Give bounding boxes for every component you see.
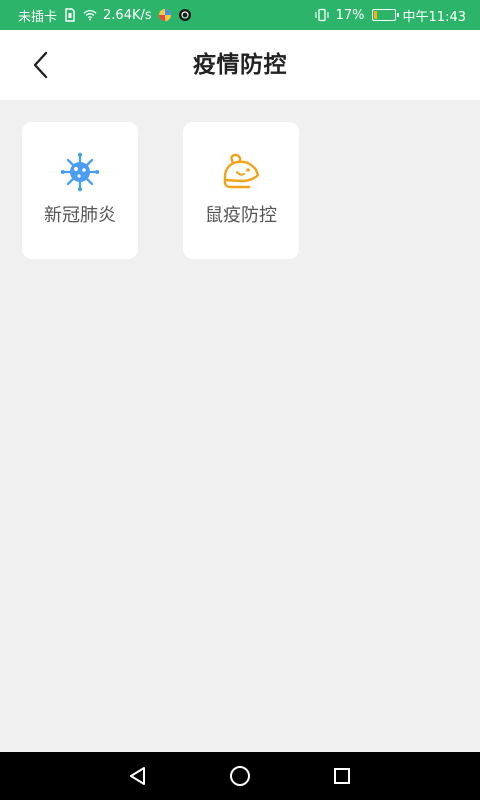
battery-icon (371, 9, 399, 21)
virus-icon (58, 150, 102, 194)
rat-icon (219, 150, 263, 194)
main-content: 新冠肺炎 鼠疫防控 (0, 100, 480, 752)
battery-level-fill (373, 11, 377, 19)
module-card-plague[interactable]: 鼠疫防控 (183, 122, 299, 259)
network-speed: 2.64K/s (103, 7, 152, 23)
chevron-left-icon (33, 51, 48, 79)
wifi-icon (83, 8, 97, 22)
back-button[interactable] (20, 44, 62, 86)
sync-icon (178, 8, 192, 22)
page-title: 疫情防控 (193, 52, 287, 78)
status-left-group: 未插卡 2.64K/s (18, 6, 315, 25)
recent-square-icon (334, 768, 350, 784)
clock: 中午11:43 (402, 9, 466, 25)
module-label-covid: 新冠肺炎 (44, 205, 116, 226)
sim-missing-icon (63, 8, 77, 22)
module-grid: 新冠肺炎 鼠疫防控 (22, 122, 299, 259)
nav-recent-button[interactable] (312, 752, 372, 800)
vibrate-icon (315, 8, 329, 22)
app-header: 疫情防控 (0, 30, 480, 100)
battery-percent: 17% (335, 7, 365, 23)
status-right-group: 17% 中午11:43 (315, 6, 466, 25)
module-label-plague: 鼠疫防控 (205, 205, 277, 226)
system-nav-bar (0, 752, 480, 800)
carrier-label: 未插卡 (18, 9, 58, 25)
module-card-covid[interactable]: 新冠肺炎 (22, 122, 138, 259)
nav-home-button[interactable] (210, 752, 270, 800)
app-notification-icon (158, 8, 172, 22)
status-bar: 未插卡 2.64K/s 17% 中午11:43 (0, 0, 480, 30)
nav-back-button[interactable] (108, 752, 168, 800)
back-triangle-icon (130, 767, 145, 785)
home-circle-icon (230, 766, 250, 786)
